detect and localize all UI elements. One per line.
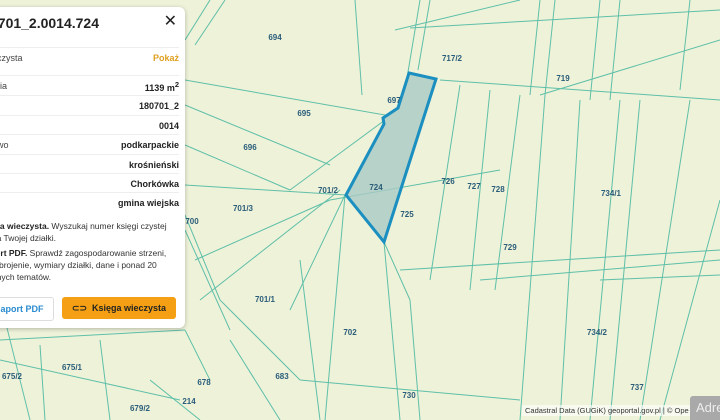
parcel-label[interactable]: 697 [387,96,401,105]
info-row: 180701_2 [0,95,179,116]
parcel-label[interactable]: 728 [491,185,505,194]
parcel-boundary [184,229,231,331]
parcel-label[interactable]: 675/2 [2,372,23,381]
parcel-boundary [399,249,720,271]
parcel-boundary [39,344,46,420]
info-row: ieczysta Pokaż [0,47,179,68]
info-row: nnia 1139 m2 [0,75,179,96]
close-icon[interactable]: ✕ [164,11,177,31]
parcel-boundary [199,189,341,301]
row-value: gmina wiejska [117,198,179,208]
parcel-label[interactable]: 701/3 [233,204,254,213]
parcel-boundary [184,79,386,116]
parcel-boundary [417,0,431,71]
parcel-label[interactable]: 734/2 [587,328,608,337]
link-icon: ⊂⊃ [71,302,88,313]
parcel-boundary [544,0,556,96]
row-value: krośnieński [128,160,179,170]
row-value: Chorkówka [130,179,179,189]
parcel-boundary [589,0,601,101]
parcel-boundary [383,241,411,301]
parcel-label[interactable]: 683 [275,372,289,381]
parcel-boundary [609,0,621,101]
address-search-button[interactable]: Adre [690,396,720,420]
parcel-boundary [299,259,321,420]
parcel-boundary [599,274,720,281]
parcel-label[interactable]: 214 [182,397,196,406]
row-label: ztwo [0,140,9,150]
parcel-label[interactable]: 729 [503,243,517,252]
parcel-id-title: 0701_2.0014.724 [0,15,99,31]
parcel-boundary [383,241,401,420]
parcel-boundary [0,329,186,341]
parcel-boundary [679,0,691,91]
row-value: podkarpackie [120,140,179,150]
info-row: Chorkówka [0,173,179,194]
parcel-boundary [539,39,720,96]
parcel-boundary [184,214,221,301]
parcel-label[interactable]: 727 [467,182,481,191]
parcel-label[interactable]: 696 [243,143,257,152]
pdf-report-info: port PDF. Sprawdź zagospodarowanie strze… [0,248,167,282]
parcel-boundary [184,0,211,41]
parcel-label[interactable]: 700 [185,217,199,226]
parcel-label[interactable]: 694 [268,33,282,42]
parcel-label[interactable]: 678 [197,378,211,387]
parcel-label[interactable]: 702 [343,328,357,337]
row-label: nnia [0,81,8,91]
parcel-boundary [184,329,211,381]
parcel-label[interactable]: 719 [556,74,570,83]
info-row: krośnieński [0,154,179,175]
parcel-label[interactable]: 701/1 [255,295,276,304]
parcel-label[interactable]: 717/2 [442,54,463,63]
parcel-label[interactable]: 695 [297,109,311,118]
parcel-boundary [0,359,181,401]
parcel-label[interactable]: 726 [441,177,455,186]
row-label: ieczysta [0,53,23,63]
parcel-label[interactable]: 730 [402,391,416,400]
parcel-boundary [609,99,641,420]
parcel-label[interactable]: 734/1 [601,189,622,198]
pdf-report-button[interactable]: aport PDF [0,297,54,321]
parcel-boundary [519,94,546,420]
parcel-label[interactable]: 675/1 [62,363,83,372]
land-register-button[interactable]: ⊂⊃ Księga wieczysta [62,297,176,319]
parcel-boundary [184,144,291,191]
parcel-boundary [99,339,111,420]
parcel-label[interactable]: 724 [369,183,383,192]
parcel-info-panel: 0701_2.0014.724 ✕ ieczysta Pokaż nnia 1139 … [0,7,185,328]
parcel-boundary [409,299,421,420]
row-value: 1139 m2 [144,79,179,93]
parcel-boundary [194,0,226,46]
land-register-info: ęga wieczysta. Wyszukaj numer księgi czy… [0,221,167,243]
row-value: 180701_2 [138,101,179,111]
parcel-boundary [324,194,346,420]
parcel-boundary [219,299,301,381]
parcel-boundary [639,99,691,420]
info-row: gmina wiejska [0,192,179,213]
parcel-label[interactable]: 679/2 [130,404,151,413]
info-row: 0014 [0,115,179,136]
row-value: 0014 [158,121,179,131]
parcel-boundary [409,9,720,29]
info-row: ztwo podkarpackie [0,134,179,155]
parcel-boundary [589,99,621,420]
parcel-label[interactable]: 737 [630,383,644,392]
parcel-boundary [354,0,363,96]
parcel-label[interactable]: 701/2 [318,186,339,195]
parcel-label[interactable]: 725 [400,210,414,219]
show-link[interactable]: Pokaż [153,53,179,63]
map-attribution[interactable]: Cadastral Data (GUGiK) geoportal.gov.pl … [522,405,692,416]
parcel-boundary [529,0,541,96]
